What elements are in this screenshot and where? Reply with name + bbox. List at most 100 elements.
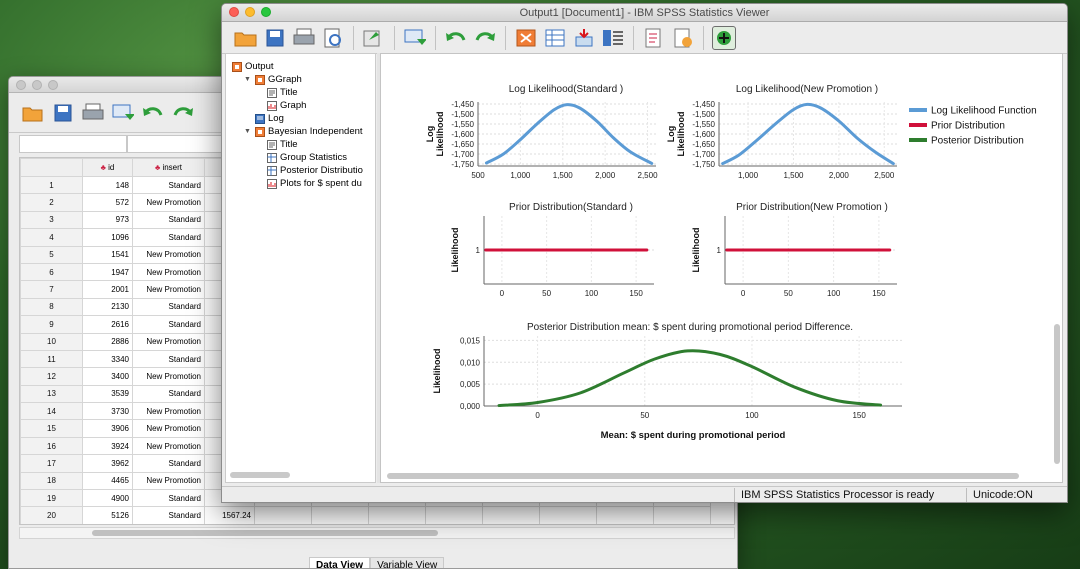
row-number-cell[interactable]: 17: [20, 454, 83, 473]
zoom-icon[interactable]: [48, 80, 58, 90]
output-vertical-scrollbar[interactable]: [1054, 324, 1060, 464]
row-number-cell[interactable]: 3: [20, 210, 83, 230]
goto-case-icon[interactable]: [543, 26, 567, 50]
cell-empty[interactable]: [311, 506, 369, 524]
cell-spent[interactable]: 1567.24: [204, 506, 255, 524]
row-number-cell[interactable]: 16: [20, 436, 83, 456]
cell-id[interactable]: 4900: [82, 489, 133, 508]
open-folder-icon[interactable]: [234, 26, 258, 50]
cell-id[interactable]: 2886: [82, 332, 133, 351]
cell-id[interactable]: 3340: [82, 349, 133, 369]
cell-empty[interactable]: [596, 506, 654, 524]
open-folder-icon[interactable]: [21, 101, 45, 125]
cell-empty[interactable]: [425, 506, 483, 524]
cell-id[interactable]: 1541: [82, 245, 133, 264]
outline-item[interactable]: Posterior Distributio: [256, 164, 363, 177]
row-number-cell[interactable]: 20: [20, 506, 83, 524]
zoom-icon[interactable]: [261, 7, 271, 17]
viewer-titlebar[interactable]: Output1 [Document1] - IBM SPSS Statistic…: [222, 4, 1067, 22]
outline-item[interactable]: ▼ GGraph: [244, 73, 302, 86]
cell-id[interactable]: 1096: [82, 228, 133, 247]
row-number-cell[interactable]: 5: [20, 245, 83, 264]
print-icon[interactable]: [292, 26, 316, 50]
cell-id[interactable]: 2001: [82, 280, 133, 299]
row-number-cell[interactable]: 19: [20, 489, 83, 508]
undo-icon[interactable]: [141, 101, 165, 125]
cell-insert[interactable]: Standard: [132, 489, 205, 508]
cell-insert[interactable]: Standard: [132, 315, 205, 334]
close-icon[interactable]: [229, 7, 239, 17]
bayesian-plots[interactable]: Log Likelihood(Standard )-1,450-1,500-1,…: [381, 54, 1063, 483]
row-number-cell[interactable]: 12: [20, 367, 83, 386]
goto-variable-icon[interactable]: [572, 26, 596, 50]
outline-item[interactable]: Log: [244, 112, 284, 125]
minimize-icon[interactable]: [32, 80, 42, 90]
row-number-cell[interactable]: 6: [20, 262, 83, 282]
row-number-cell[interactable]: 13: [20, 384, 83, 404]
cell-empty[interactable]: [368, 506, 426, 524]
edit-syntax-icon[interactable]: [642, 26, 666, 50]
export-icon[interactable]: [362, 26, 386, 50]
cell-id[interactable]: 3962: [82, 454, 133, 473]
cell-insert[interactable]: New Promotion: [132, 367, 205, 386]
cell-id[interactable]: 5126: [82, 506, 133, 524]
cell-empty[interactable]: [653, 506, 711, 524]
outline-item[interactable]: Group Statistics: [256, 151, 347, 164]
cell-id[interactable]: 148: [82, 175, 133, 195]
outline-horizontal-scrollbar[interactable]: [230, 472, 290, 478]
row-number-cell[interactable]: 11: [20, 349, 83, 369]
row-number-cell[interactable]: 8: [20, 297, 83, 317]
print-icon[interactable]: [81, 101, 105, 125]
goto-data-icon[interactable]: [514, 26, 538, 50]
cell-insert[interactable]: Standard: [132, 175, 205, 195]
scrollbar-thumb[interactable]: [92, 530, 438, 536]
outline-item[interactable]: Plots for $ spent du: [256, 177, 362, 190]
cell-id[interactable]: 3539: [82, 384, 133, 404]
row-number-cell[interactable]: 4: [20, 228, 83, 247]
dialog-recall-icon[interactable]: [111, 101, 135, 125]
column-header-id[interactable]: ♣ id: [82, 158, 133, 177]
disclosure-triangle-icon[interactable]: ▼: [244, 76, 252, 83]
print-preview-icon[interactable]: [321, 26, 345, 50]
dialog-recall-icon[interactable]: [403, 26, 427, 50]
cell-reference-field[interactable]: [19, 135, 127, 153]
row-number-cell[interactable]: 15: [20, 419, 83, 438]
cell-insert[interactable]: New Promotion: [132, 262, 205, 282]
row-number-cell[interactable]: 9: [20, 315, 83, 334]
outline-item[interactable]: ▼ Bayesian Independent: [244, 125, 363, 138]
column-header-insert[interactable]: ♣ insert: [132, 158, 205, 177]
close-icon[interactable]: [16, 80, 26, 90]
corner-cell[interactable]: [20, 158, 83, 177]
tab-data-view[interactable]: Data View: [309, 557, 371, 568]
cell-insert[interactable]: New Promotion: [132, 402, 205, 421]
cell-id[interactable]: 2616: [82, 315, 133, 334]
undo-icon[interactable]: [444, 26, 468, 50]
cell-insert[interactable]: Standard: [132, 384, 205, 404]
cell-empty[interactable]: [254, 506, 312, 524]
row-number-cell[interactable]: 10: [20, 332, 83, 351]
save-icon[interactable]: [51, 101, 75, 125]
cell-insert[interactable]: Standard: [132, 228, 205, 247]
variables-icon[interactable]: [601, 26, 625, 50]
outline-item[interactable]: Title: [256, 86, 298, 99]
cell-id[interactable]: 4465: [82, 471, 133, 491]
cell-insert[interactable]: New Promotion: [132, 332, 205, 351]
cell-id[interactable]: 973: [82, 210, 133, 230]
cell-insert[interactable]: Standard: [132, 210, 205, 230]
cell-insert[interactable]: Standard: [132, 454, 205, 473]
disclosure-triangle-icon[interactable]: ▼: [244, 128, 252, 135]
output-horizontal-scrollbar[interactable]: [387, 473, 1019, 479]
cell-id[interactable]: 572: [82, 193, 133, 212]
data-grid-horizontal-scrollbar[interactable]: [19, 527, 735, 539]
redo-icon[interactable]: [473, 26, 497, 50]
tab-variable-view[interactable]: Variable View: [370, 557, 445, 568]
save-icon[interactable]: [263, 26, 287, 50]
insert-output-icon[interactable]: [712, 25, 736, 50]
row-number-cell[interactable]: 2: [20, 193, 83, 212]
cell-empty[interactable]: [539, 506, 597, 524]
cell-insert[interactable]: Standard: [132, 349, 205, 369]
cell-insert[interactable]: New Promotion: [132, 245, 205, 264]
cell-insert[interactable]: New Promotion: [132, 193, 205, 212]
cell-insert[interactable]: New Promotion: [132, 471, 205, 491]
row-number-cell[interactable]: 14: [20, 402, 83, 421]
